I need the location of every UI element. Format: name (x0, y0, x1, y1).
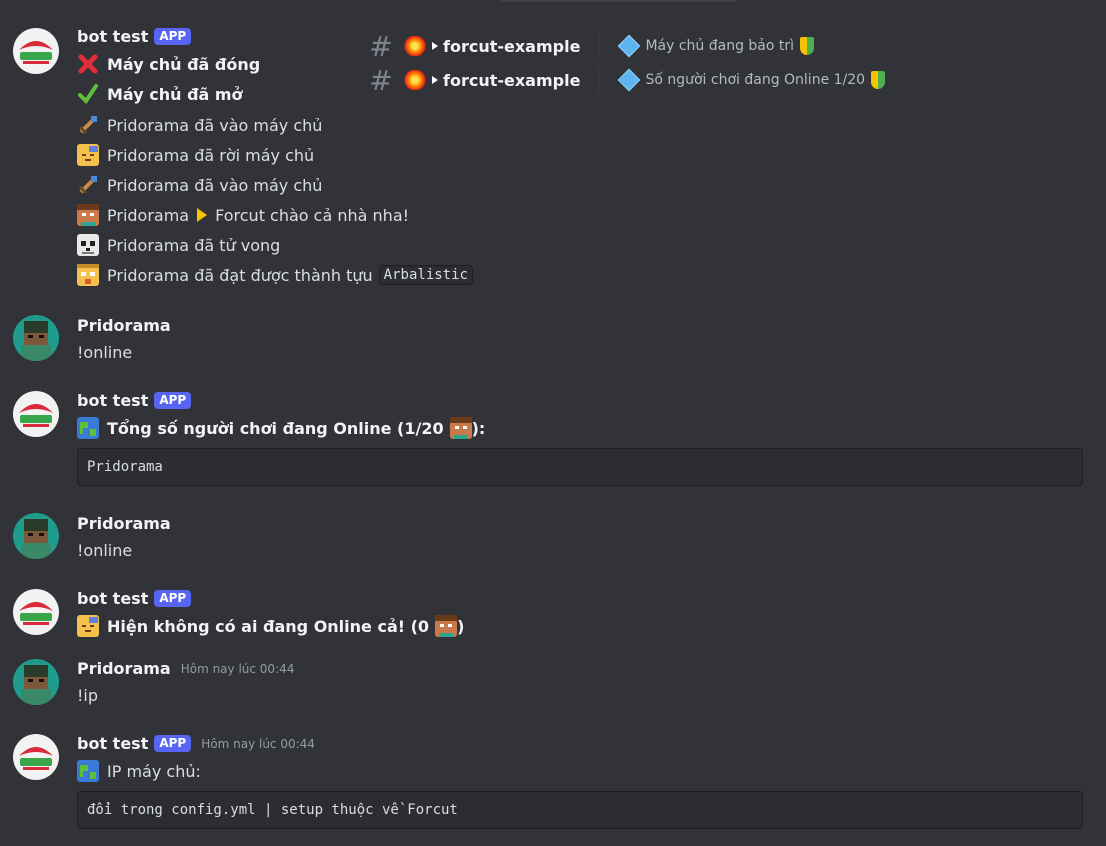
achievement-code: Arbalistic (378, 265, 473, 285)
bot-username[interactable]: bot test (77, 391, 148, 410)
channel-name[interactable]: forcut-example (443, 71, 580, 90)
sword-icon (77, 114, 99, 136)
sleepy-face-icon (77, 615, 99, 637)
line-text: Pridorama đã vào máy chủ (107, 175, 323, 195)
message-timestamp[interactable]: Hôm nay lúc 00:44 (181, 662, 295, 676)
diamond-icon (618, 68, 641, 92)
player-face-icon (449, 417, 472, 439)
line-text: ) (457, 616, 465, 636)
app-badge: APP (154, 392, 192, 409)
message-text: !online (77, 540, 133, 560)
channel-name[interactable]: forcut-example (443, 37, 580, 56)
bot-username[interactable]: bot test (77, 27, 148, 46)
player-death-line: Pridorama đã tử vong (77, 233, 280, 257)
globe-icon (77, 760, 99, 782)
player-chat-line: Pridorama Forcut chào cả nhà nha! (77, 203, 409, 227)
bot-avatar[interactable] (13, 391, 59, 437)
ip-title-line: IP máy chủ: (77, 759, 201, 783)
line-text: Máy chủ đã mở (107, 84, 243, 104)
player-leave-line: Pridorama đã rời máy chủ (77, 143, 314, 167)
line-text: Máy chủ đã đóng (107, 54, 261, 74)
channel-topic: Máy chủ đang bảo trì (617, 34, 815, 58)
trophy-face-icon (77, 264, 99, 286)
topic-text: Máy chủ đang bảo trì (645, 38, 795, 54)
diamond-icon (618, 34, 641, 58)
server-open-line: Máy chủ đã mở (77, 82, 243, 106)
user-avatar[interactable] (13, 659, 59, 705)
play-arrow-icon (432, 42, 438, 50)
bot-username[interactable]: bot test (77, 734, 148, 753)
beginner-shield-icon (800, 37, 815, 55)
explosion-icon (404, 70, 426, 90)
check-mark-icon (77, 83, 99, 105)
line-text: Pridorama (107, 205, 190, 225)
topic-text: Số người chơi đang Online 1/20 (645, 72, 866, 88)
server-closed-line: Máy chủ đã đóng (77, 52, 260, 76)
play-arrow-icon (432, 76, 438, 84)
line-text: Pridorama đã tử vong (107, 235, 281, 255)
user-username[interactable]: Pridorama (77, 514, 171, 533)
sword-icon (77, 174, 99, 196)
player-join-line-2: Pridorama đã vào máy chủ (77, 173, 322, 197)
player-face-icon (435, 615, 458, 637)
line-text: Pridorama đã đạt được thành tựu (107, 265, 373, 285)
bot-avatar[interactable] (13, 734, 59, 780)
explosion-icon (404, 36, 426, 56)
bot-username[interactable]: bot test (77, 589, 148, 608)
user-username[interactable]: Pridorama (77, 659, 171, 678)
online-list-codeblock: Pridorama (77, 448, 1083, 486)
top-divider (500, 0, 736, 2)
play-arrow-icon (197, 208, 208, 222)
player-join-line: Pridorama đã vào máy chủ (77, 113, 322, 137)
message-text: !ip (77, 685, 99, 705)
app-badge: APP (154, 735, 192, 752)
cross-mark-icon (77, 53, 99, 75)
divider (598, 67, 600, 93)
ip-codeblock: đổi trong config.yml | setup thuộc về Fo… (77, 791, 1083, 829)
beginner-shield-icon (871, 71, 886, 89)
line-text: Tổng số người chơi đang Online (1/20 (107, 418, 444, 438)
sleepy-face-icon (77, 144, 99, 166)
hashtag-icon: # (369, 29, 393, 63)
divider (598, 33, 600, 59)
channel-row-2[interactable]: # forcut-example Số người chơi đang Onli… (368, 63, 886, 97)
user-username[interactable]: Pridorama (77, 316, 171, 335)
line-text: Forcut chào cả nhà nha! (215, 205, 410, 225)
channel-row-1[interactable]: # forcut-example Máy chủ đang bảo trì (368, 29, 815, 63)
hashtag-icon: # (369, 63, 393, 97)
globe-icon (77, 417, 99, 439)
no-online-line: Hiện không có ai đang Online cả! (0 ) (77, 614, 464, 638)
user-avatar[interactable] (13, 513, 59, 559)
line-text: Hiện không có ai đang Online cả! (0 (107, 616, 430, 636)
message-timestamp[interactable]: Hôm nay lúc 00:44 (201, 737, 315, 751)
bot-avatar[interactable] (13, 589, 59, 635)
line-text: IP máy chủ: (107, 761, 201, 781)
achievement-line: Pridorama đã đạt được thành tựu Arbalist… (77, 263, 473, 287)
online-title-line: Tổng số người chơi đang Online (1/20 ): (77, 416, 485, 440)
app-badge: APP (154, 590, 192, 607)
app-badge: APP (154, 28, 192, 45)
message-text: !online (77, 342, 133, 362)
user-avatar[interactable] (13, 315, 59, 361)
line-text: ): (471, 418, 486, 438)
bot-avatar[interactable] (13, 28, 59, 74)
line-text: Pridorama đã vào máy chủ (107, 115, 323, 135)
player-face-icon (77, 204, 99, 226)
skull-icon (77, 234, 99, 256)
channel-topic: Số người chơi đang Online 1/20 (617, 68, 886, 92)
line-text: Pridorama đã rời máy chủ (107, 145, 315, 165)
